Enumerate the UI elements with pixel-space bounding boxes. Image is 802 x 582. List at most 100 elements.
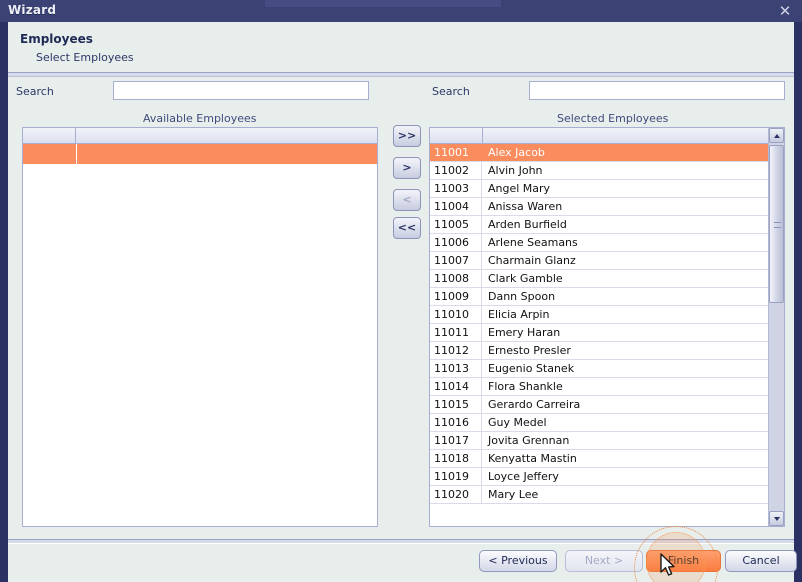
employee-id: 11009 <box>430 288 482 305</box>
available-col-id-header <box>23 128 76 143</box>
employee-id: 11005 <box>430 216 482 233</box>
employee-id: 11003 <box>430 180 482 197</box>
employee-id: 11008 <box>430 270 482 287</box>
selected-employee-row[interactable]: 11012 Ernesto Presler <box>430 342 768 360</box>
employee-name: Angel Mary <box>488 182 551 195</box>
available-search-input[interactable] <box>113 81 369 100</box>
selected-list-scrollbar[interactable] <box>768 128 784 526</box>
employee-name: Loyce Jeffery <box>488 470 559 483</box>
available-grid-header <box>23 128 377 144</box>
wizard-window: Wizard ✕ Employees Select Employees Sear… <box>0 0 802 582</box>
selected-employee-row[interactable]: 11010 Elicia Arpin <box>430 306 768 324</box>
scroll-down-icon[interactable] <box>769 511 784 526</box>
selected-search-label: Search <box>432 85 470 98</box>
move-right-button[interactable]: > <box>393 157 421 179</box>
employee-name: Arlene Seamans <box>488 236 578 249</box>
employee-name: Mary Lee <box>488 488 539 501</box>
wizard-header: Employees Select Employees <box>8 22 794 72</box>
footer-divider <box>8 539 794 544</box>
selected-employee-row[interactable]: 11015 Gerardo Carreira <box>430 396 768 414</box>
employee-id: 11014 <box>430 378 482 395</box>
selected-col-id-header <box>430 128 483 143</box>
selected-employees-list[interactable]: 11001 Alex Jacob 11002 Alvin John 11003 Angel… <box>430 144 768 504</box>
employee-id: 11010 <box>430 306 482 323</box>
page-title: Employees <box>20 32 93 46</box>
move-all-left-button-label: << <box>397 221 417 234</box>
employee-name: Eugenio Stanek <box>488 362 575 375</box>
header-divider-2 <box>8 76 794 77</box>
employee-id: 11018 <box>430 450 482 467</box>
selected-employee-row[interactable]: 11018 Kenyatta Mastin <box>430 450 768 468</box>
employee-name: Alex Jacob <box>488 146 545 159</box>
scroll-up-icon[interactable] <box>769 128 784 143</box>
move-all-right-button-label: >> <box>397 129 417 142</box>
window-title: Wizard <box>8 3 57 17</box>
employee-id: 11019 <box>430 468 482 485</box>
move-all-left-button[interactable]: << <box>393 217 421 239</box>
available-selected-empty-row[interactable] <box>23 144 377 164</box>
window-frame-right <box>794 22 802 582</box>
employee-id: 11017 <box>430 432 482 449</box>
wizard-button-bar: < Previous Next > Finish Cancel <box>8 545 797 582</box>
selected-employee-row[interactable]: 11016 Guy Medel <box>430 414 768 432</box>
scrollbar-thumb-grip <box>774 222 781 228</box>
window-frame-left <box>0 22 8 582</box>
employee-id: 11001 <box>430 144 482 161</box>
employee-name: Charmain Glanz <box>488 254 576 267</box>
employee-name: Ernesto Presler <box>488 344 571 357</box>
next-button-label: Next > <box>584 554 624 567</box>
selected-employees-grid[interactable]: 11001 Alex Jacob 11002 Alvin John 11003 Angel… <box>429 127 785 527</box>
available-employees-grid[interactable] <box>22 127 378 527</box>
employee-id: 11007 <box>430 252 482 269</box>
selected-grid-header <box>430 128 768 144</box>
selected-employee-row[interactable]: 11011 Emery Haran <box>430 324 768 342</box>
wizard-client-area: Employees Select Employees Search Search… <box>8 22 794 545</box>
employee-id: 11015 <box>430 396 482 413</box>
employee-id: 11020 <box>430 486 482 503</box>
selected-employee-row[interactable]: 11008 Clark Gamble <box>430 270 768 288</box>
selected-employee-row[interactable]: 11013 Eugenio Stanek <box>430 360 768 378</box>
move-left-button[interactable]: < <box>393 189 421 211</box>
selected-employee-row[interactable]: 11017 Jovita Grennan <box>430 432 768 450</box>
selected-employee-row[interactable]: 11004 Anissa Waren <box>430 198 768 216</box>
selected-employee-row[interactable]: 11001 Alex Jacob <box>430 144 768 162</box>
employee-name: Elicia Arpin <box>488 308 550 321</box>
selected-employee-row[interactable]: 11009 Dann Spoon <box>430 288 768 306</box>
move-left-button-label: < <box>402 193 412 206</box>
selected-employee-row[interactable]: 11006 Arlene Seamans <box>430 234 768 252</box>
employee-id: 11004 <box>430 198 482 215</box>
selected-employee-row[interactable]: 11007 Charmain Glanz <box>430 252 768 270</box>
employee-id: 11016 <box>430 414 482 431</box>
cancel-button-label: Cancel <box>742 554 780 567</box>
available-employees-caption: Available Employees <box>143 112 257 125</box>
selected-employee-row[interactable]: 11020 Mary Lee <box>430 486 768 504</box>
available-col-name-header <box>76 128 377 143</box>
selected-employee-row[interactable]: 11003 Angel Mary <box>430 180 768 198</box>
previous-button[interactable]: < Previous <box>479 550 557 572</box>
selected-search-input[interactable] <box>529 81 785 100</box>
finish-button[interactable]: Finish <box>646 550 721 572</box>
available-search-label: Search <box>16 85 54 98</box>
page-subtitle: Select Employees <box>36 51 134 64</box>
employee-name: Arden Burfield <box>488 218 567 231</box>
selected-col-name-header <box>483 128 768 143</box>
selected-employee-row[interactable]: 11019 Loyce Jeffery <box>430 468 768 486</box>
selected-search-field[interactable] <box>530 82 784 99</box>
employee-name: Anissa Waren <box>488 200 563 213</box>
selected-employee-row[interactable]: 11005 Arden Burfield <box>430 216 768 234</box>
next-button[interactable]: Next > <box>565 550 643 572</box>
finish-button-label: Finish <box>667 554 700 567</box>
scrollbar-thumb[interactable] <box>769 145 784 303</box>
employee-id: 11011 <box>430 324 482 341</box>
employee-name: Jovita Grennan <box>488 434 570 447</box>
cancel-button[interactable]: Cancel <box>725 550 797 572</box>
employee-id: 11006 <box>430 234 482 251</box>
selected-employee-row[interactable]: 11014 Flora Shankle <box>430 378 768 396</box>
close-icon[interactable]: ✕ <box>774 1 796 21</box>
available-search-field[interactable] <box>114 82 368 99</box>
employee-name: Kenyatta Mastin <box>488 452 577 465</box>
move-right-button-label: > <box>402 161 412 174</box>
selected-employee-row[interactable]: 11002 Alvin John <box>430 162 768 180</box>
move-all-right-button[interactable]: >> <box>393 125 421 147</box>
previous-button-label: < Previous <box>488 554 548 567</box>
